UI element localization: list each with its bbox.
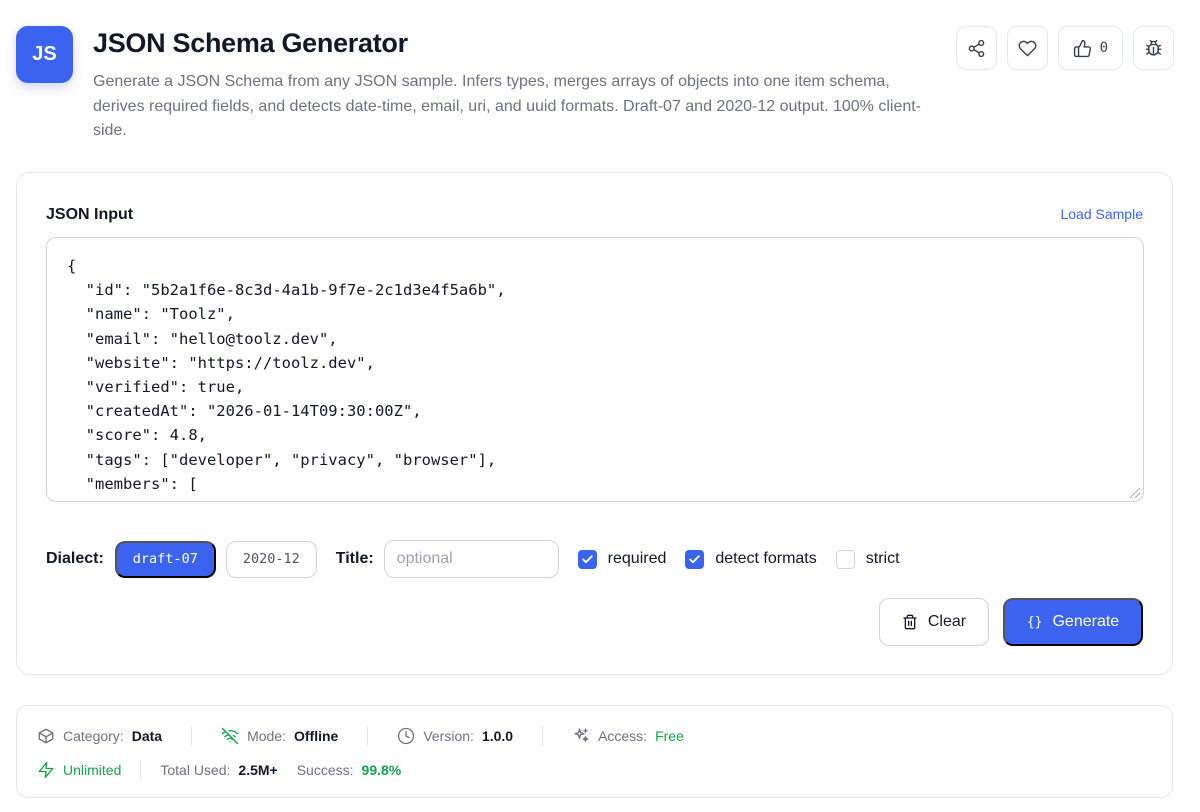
detect-formats-label: detect formats [715,550,817,567]
code-line: "verified": true, [67,378,245,397]
clear-button[interactable]: Clear [879,598,989,646]
strict-checkbox[interactable]: strict [835,549,900,569]
generate-label: Generate [1052,613,1120,630]
meta-access: Access: Free [572,727,684,745]
bolt-icon [38,761,54,779]
share-icon [968,39,984,57]
code-line: { "id": 1, "role": "admin", "active": tr… [67,496,524,501]
trash-icon [903,614,917,630]
dialect-2020-12-button[interactable]: 2020-12 [225,540,317,578]
code-line: "members": [ [67,474,198,493]
divider [191,726,193,746]
code-line: "id": "5b2a1f6e-8c3d-4a1b-9f7e-2c1d3e4f5… [67,281,506,300]
like-count: 0 [1099,40,1108,56]
check-icon [689,554,701,563]
page-title: JSON Schema Generator [93,28,408,58]
code-line: "name": "Toolz", [67,305,235,324]
title-input[interactable] [383,540,559,578]
bug-icon [1145,39,1162,56]
meta-row-2: Unlimited Total Used: 2.5M+ Success: 99.… [37,760,401,780]
detect-formats-check-box[interactable] [685,549,705,569]
meta-category: Category: Data [37,727,162,745]
meta-row-1: Category: Data Mode: Offline Version: 1.… [37,726,684,746]
divider [542,726,544,746]
divider [140,760,142,780]
page-header: JS JSON Schema Generator Generate a JSON… [16,26,1184,146]
required-label: required [607,550,667,567]
heart-icon [1018,40,1037,56]
meta-unlimited: Unlimited [37,761,121,779]
strict-label: strict [865,550,900,567]
load-sample-link[interactable]: Load Sample [1060,206,1143,222]
tool-meta-panel: Category: Data Mode: Offline Version: 1.… [16,705,1173,798]
share-button[interactable] [955,26,997,70]
detect-formats-checkbox[interactable]: detect formats [685,549,817,569]
like-button[interactable]: 0 [1057,26,1123,70]
strict-check-box[interactable] [835,549,855,569]
dialect-label: Dialect: [46,550,104,567]
clock-icon [398,727,415,745]
thumbs-up-icon [1073,39,1091,57]
options-row: Dialect: draft-07 2020-12 Title: require… [46,540,900,578]
generator-card: JSON Input Load Sample { "id": "5b2a1f6e… [16,172,1173,675]
report-bug-button[interactable] [1133,26,1174,70]
header-actions: 0 [955,26,1174,70]
required-check-box[interactable] [577,549,597,569]
dialect-draft-07-button[interactable]: draft-07 [114,540,216,578]
wifi-off-icon [221,727,239,745]
clear-label: Clear [927,613,967,630]
code-line: { [67,257,77,275]
meta-version: Version: 1.0.0 [397,727,513,745]
json-input-content: { "id": "5b2a1f6e-8c3d-4a1b-9f7e-2c1d3e4… [67,254,524,501]
check-icon [581,554,593,563]
code-line: "website": "https://toolz.dev", [67,353,375,372]
code-line: "tags": ["developer", "privacy", "browse… [67,450,497,469]
action-buttons: Clear {} Generate [879,598,1143,646]
meta-mode: Mode: Offline [221,727,338,745]
divider [367,726,369,746]
code-line: "createdAt": "2026-01-14T09:30:00Z", [67,402,422,421]
app-logo: JS [16,26,73,83]
meta-total-used: Total Used: 2.5M+ [160,762,278,778]
box-icon [38,728,54,744]
page-description: Generate a JSON Schema from any JSON sam… [93,73,922,139]
json-input-textarea[interactable]: { "id": "5b2a1f6e-8c3d-4a1b-9f7e-2c1d3e4… [46,237,1144,502]
generate-button[interactable]: {} Generate [1003,598,1143,646]
resize-handle[interactable] [1130,488,1140,498]
code-line: "email": "hello@toolz.dev", [67,329,338,348]
braces-icon: {} [1026,614,1043,630]
favorite-button[interactable] [1006,26,1048,70]
json-input-label: JSON Input [46,206,134,223]
meta-success: Success: 99.8% [296,762,402,778]
sparkles-icon [574,728,589,742]
required-checkbox[interactable]: required [577,549,667,569]
code-line: "score": 4.8, [67,426,207,445]
title-label: Title: [335,550,374,567]
